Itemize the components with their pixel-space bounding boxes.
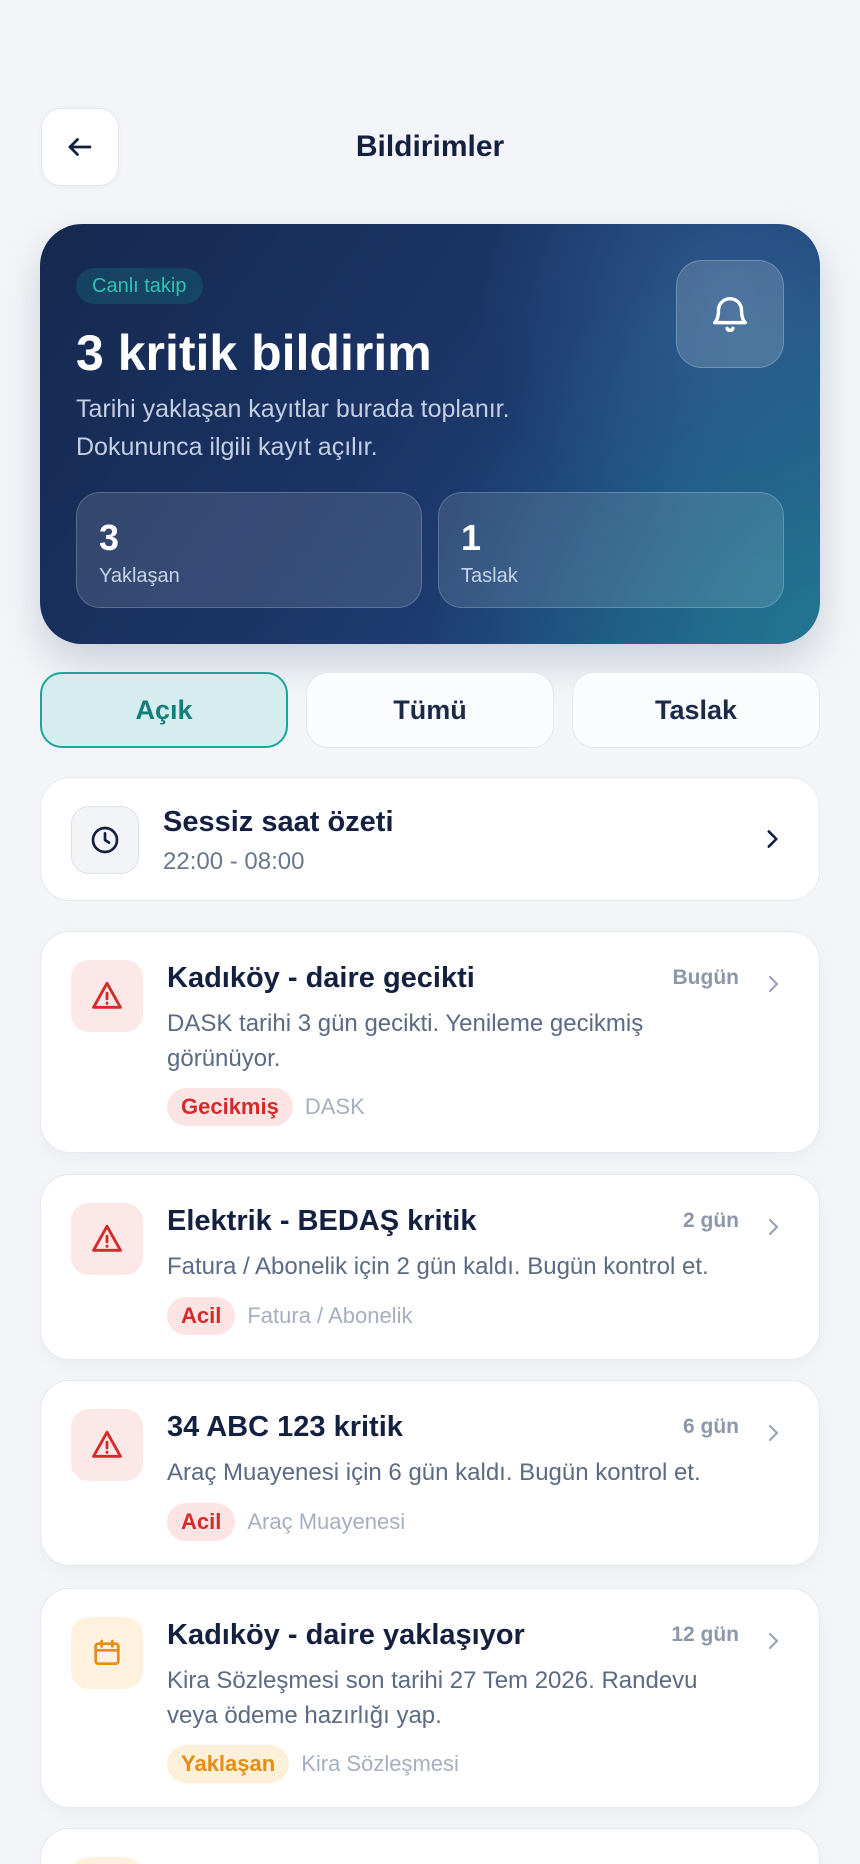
chevron-right-icon [759,826,785,852]
category-label: Fatura / Abonelik [247,1303,413,1328]
notification-tags: Acil Fatura / Abonelik [167,1297,412,1335]
notification-description: Fatura / Abonelik için 2 gün kaldı. Bugü… [167,1253,709,1280]
chevron-right-icon [761,1421,785,1450]
notification-card[interactable]: 34 ABC 123 kritik 6 gün Araç Muayenesi i… [40,1380,820,1566]
clock-icon [91,826,119,854]
warning-icon-box [71,960,143,1032]
tab-all[interactable]: Tümü [306,672,554,748]
status-badge: Acil [167,1297,236,1335]
warning-triangle-icon [92,981,122,1009]
stat-upcoming: 3 Yaklaşan [76,492,422,608]
warning-triangle-icon [92,1224,122,1252]
warning-triangle-icon [92,1430,122,1458]
calendar-icon-box [71,1857,143,1864]
category-label: Araç Muayenesi [247,1509,406,1534]
stat-label: Yaklaşan [99,565,180,587]
notification-title: Kadıköy - daire yaklaşıyor [167,1619,525,1651]
notification-description: DASK tarihi 3 gün gecikti. Yenileme geci… [167,1010,644,1072]
notification-tags: Gecikmiş DASK [167,1088,365,1126]
notification-tags: Yaklaşan Kira Sözleşmesi [167,1745,459,1783]
category-label: DASK [304,1094,365,1119]
calendar-icon-box [71,1617,143,1689]
stat-value: 3 [99,517,120,558]
status-badge: Yaklaşan [167,1745,290,1783]
tab-draft[interactable]: Taslak [572,672,820,748]
top-bar: Bildirimler [41,108,819,188]
chevron-right-icon [761,1215,785,1244]
clock-icon-box [71,806,139,874]
summary-hero-card: Canlı takip 3 kritik bildirim Tarihi yak… [40,224,820,644]
calendar-icon [94,1639,120,1665]
notification-title: 34 ABC 123 kritik [167,1411,403,1443]
status-badge: Acil [167,1503,236,1541]
quiet-hours-summary[interactable]: Sessiz saat özeti 22:00 - 08:00 [40,777,820,901]
notification-card[interactable] [40,1828,820,1864]
filter-tabs: Açık Tümü Taslak [40,672,820,748]
stat-value: 1 [461,517,482,558]
stat-draft: 1 Taslak [438,492,784,608]
notification-tags: Acil Araç Muayenesi [167,1503,405,1541]
chevron-right-icon [761,972,785,1001]
notification-time: 12 gün [671,1623,739,1646]
notification-title: Kadıköy - daire gecikti [167,962,475,994]
category-label: Kira Sözleşmesi [301,1751,459,1776]
tab-open[interactable]: Açık [40,672,288,748]
notification-time: 2 gün [683,1209,739,1232]
hero-description: Tarihi yaklaşan kayıtlar burada toplanır… [76,395,510,461]
notification-time: Bugün [672,966,739,989]
notification-description: Kira Sözleşmesi son tarihi 27 Tem 2026. … [167,1667,698,1729]
warning-icon-box [71,1203,143,1275]
warning-icon-box [71,1409,143,1481]
live-tracking-chip: Canlı takip [76,268,203,304]
page-title: Bildirimler [355,130,505,163]
notification-title: Elektrik - BEDAŞ kritik [167,1205,477,1237]
notification-card[interactable]: Kadıköy - daire yaklaşıyor 12 gün Kira S… [40,1588,820,1808]
bell-button[interactable] [676,260,784,368]
notification-description: Araç Muayenesi için 6 gün kaldı. Bugün k… [167,1459,701,1486]
notification-time: 6 gün [683,1415,739,1438]
quiet-hours-title: Sessiz saat özeti [163,806,394,838]
stat-label: Taslak [461,565,518,587]
hero-title: 3 kritik bildirim [76,325,432,381]
notification-card[interactable]: Elektrik - BEDAŞ kritik 2 gün Fatura / A… [40,1174,820,1360]
status-badge: Gecikmiş [167,1088,293,1126]
chevron-right-icon [761,1629,785,1658]
notification-card[interactable]: Kadıköy - daire gecikti Bugün DASK tarih… [40,931,820,1153]
quiet-hours-range: 22:00 - 08:00 [163,848,305,875]
bell-icon [712,297,748,333]
